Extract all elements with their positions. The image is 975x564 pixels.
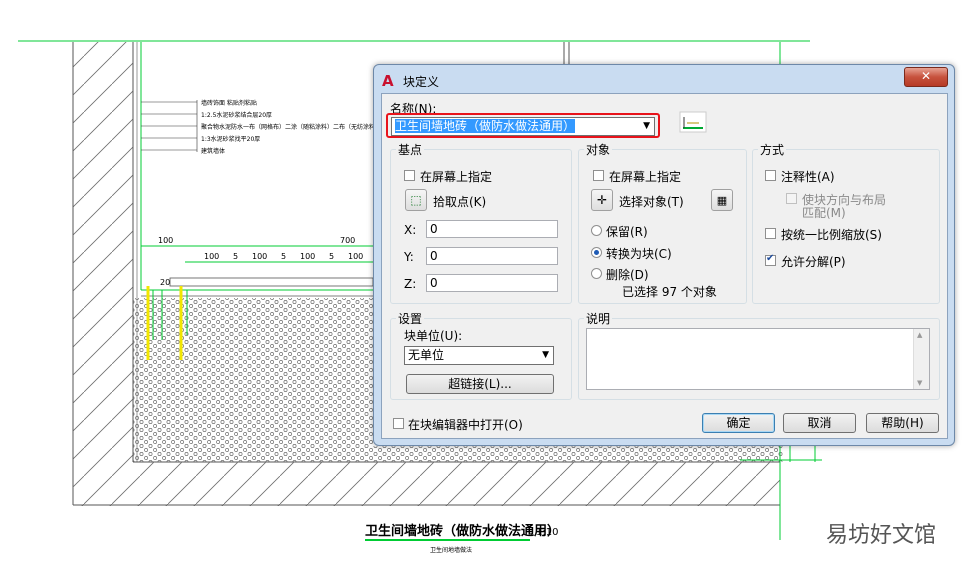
- ok-button[interactable]: 确定: [702, 413, 775, 433]
- y-label: Y:: [404, 250, 414, 264]
- autocad-logo-icon: A: [382, 72, 394, 90]
- match-orientation-label-2: 匹配(M): [802, 206, 846, 220]
- uniform-scale-checkbox[interactable]: [765, 228, 776, 239]
- behavior-title: 方式: [758, 141, 787, 158]
- name-value: 卫生间墙地砖（做防水做法通用）: [395, 119, 576, 133]
- quick-select-button[interactable]: ▦: [711, 189, 733, 211]
- objects-title: 对象: [584, 141, 613, 158]
- drawing-title: 卫生间墙地砖（做防水做法通用）: [365, 523, 560, 539]
- layer-4: 1:3水泥砂浆找平20厚: [201, 135, 260, 143]
- block-definition-dialog: A 块定义 ✕ 名称(N): 卫生间墙地砖（做防水做法通用） ▼ 基点 在屏幕上…: [373, 64, 955, 446]
- objects-specify-label: 在屏幕上指定: [609, 170, 682, 184]
- layer-2: 1:2.5水泥砂浆结合层20厚: [201, 111, 272, 119]
- scroll-up-icon[interactable]: ▲: [917, 331, 922, 339]
- allow-explode-checkbox[interactable]: [765, 253, 776, 266]
- retain-label: 保留(R): [606, 225, 648, 239]
- dim-top-mid: 700: [340, 236, 355, 245]
- layer-1: 墙砖饰面 粘贴剂粘贴: [201, 99, 257, 107]
- block-unit-combo[interactable]: 无单位 ▼: [404, 346, 554, 365]
- help-button[interactable]: 帮助(H): [866, 413, 939, 433]
- delete-radio[interactable]: [591, 268, 602, 279]
- uniform-scale-label: 按统一比例缩放(S): [781, 228, 882, 242]
- open-in-editor-checkbox[interactable]: [393, 418, 404, 429]
- match-orientation-checkbox[interactable]: [786, 193, 797, 204]
- pick-point-label: 拾取点(K): [433, 195, 487, 209]
- description-textarea[interactable]: ▲ ▼: [586, 328, 930, 390]
- block-preview-icon: [679, 111, 707, 133]
- hyperlink-button[interactable]: 超链接(L)...: [406, 374, 554, 394]
- dialog-title: 块定义: [403, 75, 440, 89]
- convert-label: 转换为块(C): [606, 247, 672, 261]
- allow-explode-label: 允许分解(P): [781, 255, 846, 269]
- convert-radio[interactable]: [591, 247, 602, 258]
- dim-1: 100: [204, 252, 219, 261]
- x-label: X:: [404, 223, 417, 237]
- annotative-label: 注释性(A): [781, 170, 835, 184]
- chevron-down-icon[interactable]: ▼: [643, 118, 650, 135]
- dim-6: 5: [329, 252, 334, 261]
- dim-2: 5: [233, 252, 238, 261]
- chevron-down-icon[interactable]: ▼: [542, 347, 549, 364]
- select-objects-label: 选择对象(T): [619, 195, 684, 209]
- layer-3: 聚合物水泥防水一布（网格布）二涂（随粘涂料）二布（无纺涂料）: [201, 123, 381, 131]
- basepoint-specify-label: 在屏幕上指定: [420, 170, 493, 184]
- selected-count: 已选择 97 个对象: [622, 285, 717, 299]
- dim-4: 5: [281, 252, 286, 261]
- z-field[interactable]: 0: [426, 274, 558, 292]
- dialog-titlebar[interactable]: A 块定义 ✕: [374, 65, 954, 93]
- x-field[interactable]: 0: [426, 220, 558, 238]
- drawing-subtitle: 卫生间地墙做法: [430, 546, 472, 554]
- layer-5: 建筑墙体: [201, 147, 225, 155]
- y-field[interactable]: 0: [426, 247, 558, 265]
- name-combo[interactable]: 卫生间墙地砖（做防水做法通用） ▼: [391, 117, 655, 136]
- pick-point-button[interactable]: ⬚: [405, 189, 427, 211]
- block-unit-value: 无单位: [408, 348, 445, 362]
- scroll-down-icon[interactable]: ▼: [917, 379, 922, 387]
- dim-side: 20: [160, 278, 170, 287]
- z-label: Z:: [404, 277, 417, 291]
- block-unit-label: 块单位(U):: [404, 329, 463, 343]
- close-button[interactable]: ✕: [904, 67, 948, 87]
- drawing-scale: 1:10: [536, 527, 558, 538]
- dim-top-left: 100: [158, 236, 173, 245]
- dim-7: 100: [348, 252, 363, 261]
- crosshair-icon: ✛: [596, 193, 608, 207]
- description-title: 说明: [584, 310, 613, 327]
- basepoint-specify-checkbox[interactable]: [404, 170, 415, 181]
- retain-radio[interactable]: [591, 225, 602, 236]
- quick-select-icon: ▦: [716, 194, 728, 207]
- cancel-button[interactable]: 取消: [783, 413, 856, 433]
- objects-specify-checkbox[interactable]: [593, 170, 604, 181]
- settings-title: 设置: [396, 310, 425, 327]
- select-objects-button[interactable]: ✛: [591, 189, 613, 211]
- dialog-client: 名称(N): 卫生间墙地砖（做防水做法通用） ▼ 基点 在屏幕上指定 ⬚ 拾取点…: [381, 93, 948, 439]
- basepoint-title: 基点: [396, 141, 425, 158]
- description-scrollbar[interactable]: ▲ ▼: [913, 329, 929, 389]
- dim-5: 100: [300, 252, 315, 261]
- annotative-checkbox[interactable]: [765, 170, 776, 181]
- pick-point-icon: ⬚: [410, 193, 422, 207]
- open-in-editor-label: 在块编辑器中打开(O): [408, 418, 523, 432]
- delete-label: 删除(D): [606, 268, 649, 282]
- watermark: 易坊好文馆: [826, 523, 936, 548]
- dim-3: 100: [252, 252, 267, 261]
